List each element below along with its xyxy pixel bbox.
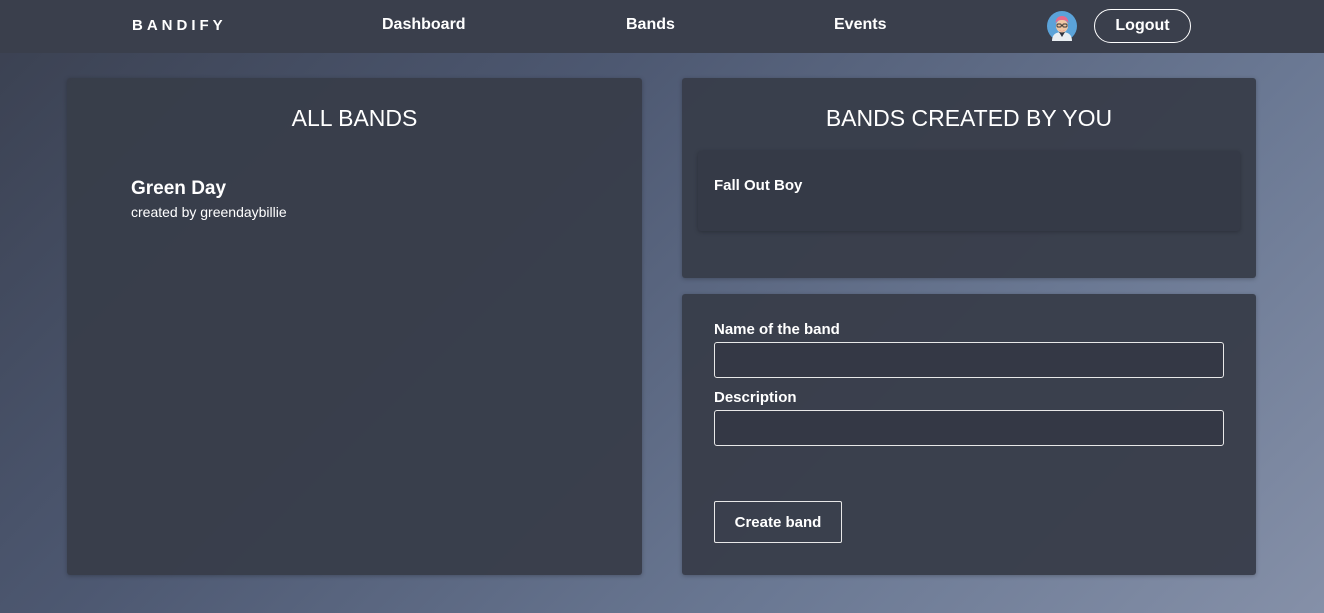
avatar-icon[interactable] (1047, 11, 1077, 41)
logout-button[interactable]: Logout (1094, 9, 1191, 43)
my-band-name: Fall Out Boy (714, 177, 803, 194)
my-bands-title: BANDS CREATED BY YOU (825, 105, 1113, 131)
band-name-input[interactable] (714, 342, 1224, 378)
nav-link-events[interactable]: Events (834, 16, 886, 34)
my-bands-card: BANDS CREATED BY YOU Fall Out Boy (682, 78, 1256, 278)
band-name[interactable]: Green Day (131, 178, 226, 200)
nav-link-bands[interactable]: Bands (626, 16, 675, 34)
band-creator: created by greendaybillie (131, 204, 287, 220)
description-label: Description (714, 389, 797, 406)
create-band-button[interactable]: Create band (714, 501, 842, 543)
nav-link-dashboard[interactable]: Dashboard (382, 16, 466, 34)
description-input[interactable] (714, 410, 1224, 446)
band-name-label: Name of the band (714, 321, 840, 338)
create-band-card: Name of the band Description Create band (682, 294, 1256, 575)
navbar: BANDIFY Dashboard Bands Events Logout (0, 0, 1324, 53)
my-band-item[interactable]: Fall Out Boy (698, 151, 1240, 231)
brand-logo[interactable]: BANDIFY (132, 17, 227, 34)
all-bands-title: ALL BANDS (291, 105, 418, 131)
all-bands-card: ALL BANDS Green Day created by greendayb… (67, 78, 642, 575)
